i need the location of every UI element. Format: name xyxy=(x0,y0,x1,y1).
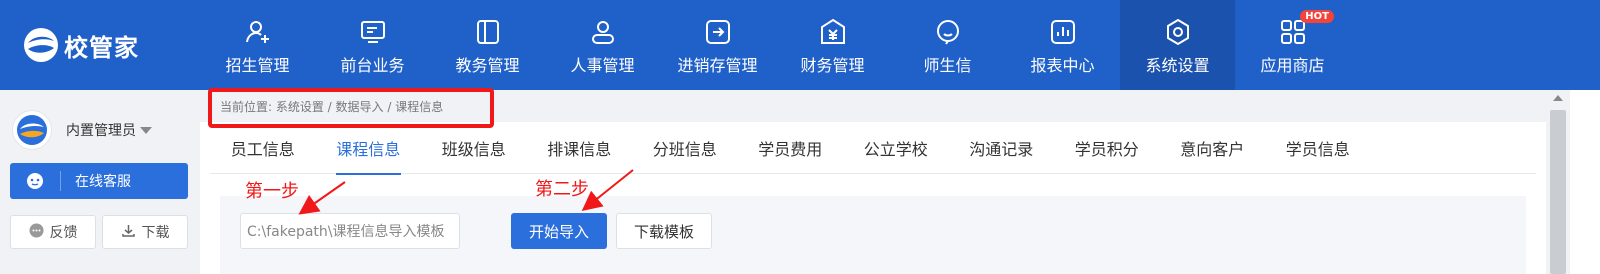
yuan-icon xyxy=(819,18,847,46)
start-import-button[interactable]: 开始导入 xyxy=(511,213,607,249)
support-chat-icon xyxy=(10,172,60,190)
nav-label: 前台业务 xyxy=(340,56,405,75)
person-icon xyxy=(589,18,617,46)
user-menu[interactable]: 内置管理员 xyxy=(12,110,152,150)
right-margin xyxy=(1570,90,1600,274)
nav-label: 教务管理 xyxy=(455,56,520,75)
tab-student-points[interactable]: 学员积分 xyxy=(1054,122,1160,174)
nav-label: 人事管理 xyxy=(570,56,635,75)
nav-item-academic[interactable]: 教务管理 xyxy=(430,0,545,90)
tab-staff-info[interactable]: 员工信息 xyxy=(210,122,316,174)
nav-label: 招生管理 xyxy=(225,56,290,75)
tab-class-assignment[interactable]: 分班信息 xyxy=(632,122,738,174)
monitor-icon xyxy=(359,18,387,46)
nav-item-app-store[interactable]: 应用商店 HOT xyxy=(1235,0,1350,90)
online-service-label: 在线客服 xyxy=(75,174,131,190)
nav-item-enrollment[interactable]: 招生管理 xyxy=(200,0,315,90)
main-nav: 招生管理 前台业务 教务管理 人事管理 进销存管理 财务管理 师生信 报表中心 … xyxy=(200,0,1350,90)
user-name: 内置管理员 xyxy=(66,123,136,139)
tab-student-info[interactable]: 学员信息 xyxy=(1265,122,1371,174)
tab-student-fees[interactable]: 学员费用 xyxy=(738,122,844,174)
import-tabs: 员工信息 课程信息 班级信息 排课信息 分班信息 学员费用 公立学校 沟通记录 … xyxy=(210,122,1536,175)
tab-communication-records[interactable]: 沟通记录 xyxy=(949,122,1055,174)
scrollbar-thumb[interactable] xyxy=(1550,110,1566,274)
apps-icon xyxy=(1279,18,1307,46)
feedback-label: 反馈 xyxy=(49,225,78,241)
nav-label: 进销存管理 xyxy=(677,56,758,75)
divider xyxy=(60,171,61,191)
download-button[interactable]: 下载 xyxy=(102,215,188,249)
nav-item-hr[interactable]: 人事管理 xyxy=(545,0,660,90)
tab-class-info[interactable]: 班级信息 xyxy=(421,122,527,174)
chat-icon xyxy=(934,18,962,46)
nav-item-reports[interactable]: 报表中心 xyxy=(1005,0,1120,90)
settings-icon xyxy=(1164,18,1192,46)
online-service-button[interactable]: 在线客服 xyxy=(10,163,188,199)
scroll-up-icon[interactable] xyxy=(1553,95,1563,101)
user-add-icon xyxy=(244,18,272,46)
logo-avatar-icon xyxy=(17,115,47,145)
download-label: 下载 xyxy=(141,225,170,241)
nav-label: 应用商店 xyxy=(1260,56,1325,75)
nav-item-settings[interactable]: 系统设置 xyxy=(1120,0,1235,90)
avatar xyxy=(12,110,52,150)
nav-label: 系统设置 xyxy=(1145,56,1210,75)
download-template-button[interactable]: 下载模板 xyxy=(616,213,712,249)
nav-item-finance[interactable]: 财务管理 xyxy=(775,0,890,90)
tab-prospects[interactable]: 意向客户 xyxy=(1160,122,1266,174)
tab-public-schools[interactable]: 公立学校 xyxy=(843,122,949,174)
download-icon xyxy=(121,223,136,242)
file-path-input[interactable]: C:\fakepath\课程信息导入模板 xyxy=(240,213,460,249)
nav-label: 财务管理 xyxy=(800,56,865,75)
tab-course-info[interactable]: 课程信息 xyxy=(316,122,422,175)
step-one-annotation: 第一步 xyxy=(245,181,299,202)
logo-text: 校管家 xyxy=(64,33,139,62)
nav-item-front-desk[interactable]: 前台业务 xyxy=(315,0,430,90)
feedback-button[interactable]: 反馈 xyxy=(10,215,96,249)
feedback-icon xyxy=(29,223,44,242)
book-icon xyxy=(474,18,502,46)
chevron-down-icon xyxy=(140,126,152,134)
nav-label: 师生信 xyxy=(923,56,972,75)
nav-item-inventory[interactable]: 进销存管理 xyxy=(660,0,775,90)
nav-label: 报表中心 xyxy=(1030,56,1095,75)
inout-icon xyxy=(704,18,732,46)
app-logo[interactable]: 校管家 xyxy=(22,26,139,64)
nav-item-messages[interactable]: 师生信 xyxy=(890,0,1005,90)
step-two-annotation: 第二步 xyxy=(535,179,589,200)
hot-badge: HOT xyxy=(1300,10,1334,23)
logo-icon xyxy=(24,28,58,62)
tab-schedule-info[interactable]: 排课信息 xyxy=(527,122,633,174)
report-icon xyxy=(1049,18,1077,46)
